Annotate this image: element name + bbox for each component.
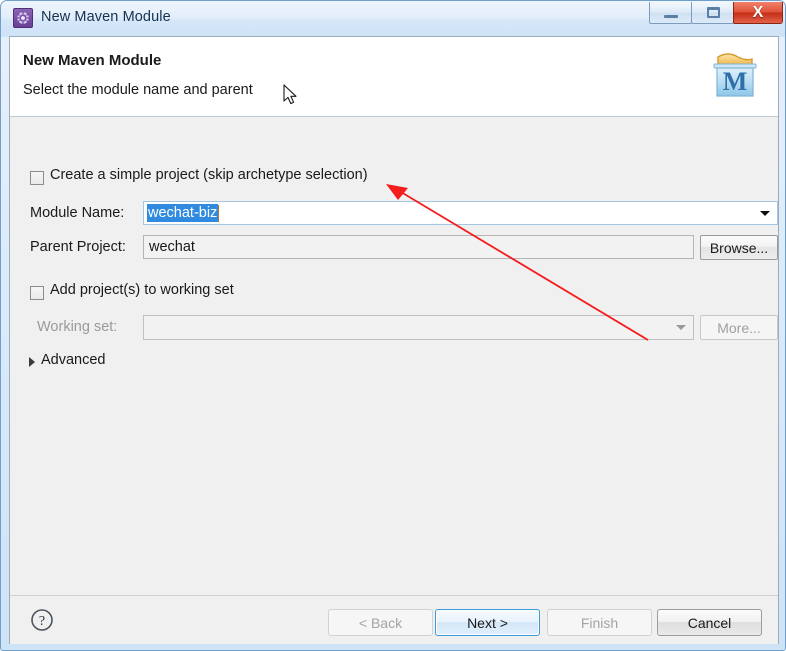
close-button[interactable]: X bbox=[733, 2, 783, 24]
browse-button[interactable]: Browse... bbox=[700, 235, 778, 260]
advanced-label[interactable]: Advanced bbox=[41, 352, 106, 368]
add-to-working-set-checkbox[interactable] bbox=[30, 286, 44, 300]
create-simple-project-label[interactable]: Create a simple project (skip archetype … bbox=[50, 167, 368, 183]
maximize-button[interactable] bbox=[691, 2, 734, 24]
maven-gear-icon bbox=[13, 8, 33, 28]
minimize-button[interactable] bbox=[649, 2, 692, 24]
page-title: New Maven Module bbox=[23, 52, 162, 69]
text-caret bbox=[218, 205, 219, 222]
dialog-client-area: New Maven Module Select the module name … bbox=[9, 36, 779, 644]
working-set-combo bbox=[143, 315, 694, 340]
title-bar: New Maven Module X bbox=[1, 1, 785, 37]
parent-project-label: Parent Project: bbox=[30, 239, 126, 255]
gear-icon-svg bbox=[16, 11, 30, 25]
parent-project-input[interactable]: wechat bbox=[143, 235, 694, 259]
svg-text:M: M bbox=[723, 67, 748, 96]
next-button[interactable]: Next > bbox=[435, 609, 540, 636]
chevron-down-icon[interactable] bbox=[760, 211, 770, 216]
maven-m-folder-icon: M bbox=[713, 53, 757, 97]
module-name-combo[interactable]: wechat-biz bbox=[143, 201, 778, 225]
finish-button: Finish bbox=[547, 609, 652, 636]
maximize-icon bbox=[707, 7, 720, 18]
chevron-right-icon bbox=[29, 357, 35, 367]
module-name-label: Module Name: bbox=[30, 205, 125, 221]
parent-project-value: wechat bbox=[149, 239, 195, 255]
minimize-icon bbox=[664, 15, 678, 18]
wizard-button-bar: ? < Back Next > Finish Cancel http://blo… bbox=[10, 595, 778, 644]
dialog-window: New Maven Module X New Maven Module Sele… bbox=[0, 0, 786, 651]
create-simple-project-checkbox[interactable] bbox=[30, 171, 44, 185]
help-question-icon[interactable]: ? bbox=[30, 608, 54, 632]
more-button: More... bbox=[700, 315, 778, 340]
page-subtitle: Select the module name and parent bbox=[23, 82, 253, 98]
window-title: New Maven Module bbox=[41, 9, 171, 25]
module-name-input-value[interactable]: wechat-biz bbox=[147, 204, 219, 222]
close-icon: X bbox=[752, 4, 764, 21]
back-button: < Back bbox=[328, 609, 433, 636]
working-set-label: Working set: bbox=[37, 319, 118, 335]
wizard-header: New Maven Module Select the module name … bbox=[10, 37, 778, 117]
chevron-down-icon bbox=[676, 325, 686, 330]
add-to-working-set-label[interactable]: Add project(s) to working set bbox=[50, 282, 234, 298]
cancel-button[interactable]: Cancel bbox=[657, 609, 762, 636]
svg-text:?: ? bbox=[39, 614, 45, 629]
wizard-form: Create a simple project (skip archetype … bbox=[10, 117, 778, 595]
